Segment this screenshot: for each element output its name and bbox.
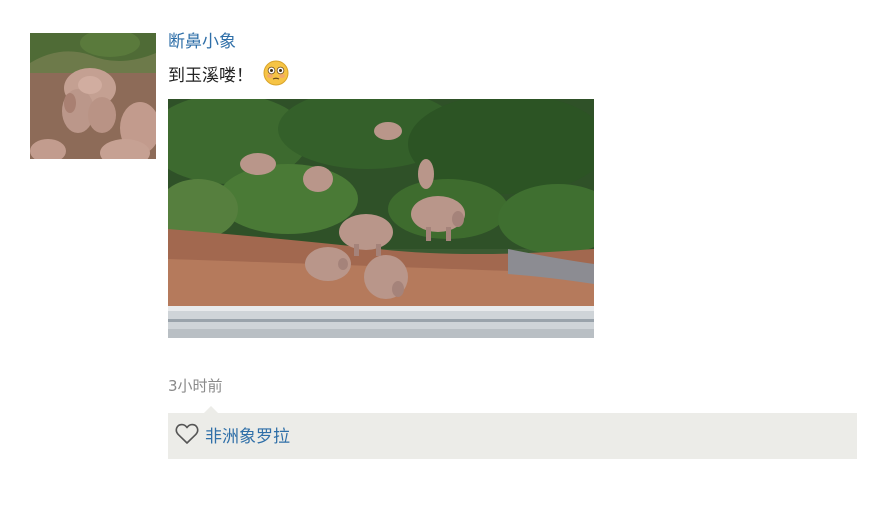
author-name[interactable]: 断鼻小象 <box>168 31 236 53</box>
likes-caret <box>204 406 218 413</box>
moment-post: 断鼻小象 到玉溪喽！ 3小时前 非洲象罗拉 <box>0 0 881 514</box>
liker-name[interactable]: 非洲象罗拉 <box>205 426 290 448</box>
elephant-herd-image <box>168 99 594 338</box>
heart-outline-icon[interactable] <box>175 423 199 445</box>
likes-section: 非洲象罗拉 <box>168 406 857 459</box>
post-timestamp: 3小时前 <box>168 377 223 395</box>
post-text: 到玉溪喽！ <box>168 65 253 86</box>
post-photo[interactable] <box>168 99 594 338</box>
flushed-face-emoji-icon <box>263 60 289 86</box>
post-text-row: 到玉溪喽！ <box>168 60 289 86</box>
avatar-elephant-image <box>30 33 156 159</box>
avatar[interactable] <box>30 33 156 159</box>
